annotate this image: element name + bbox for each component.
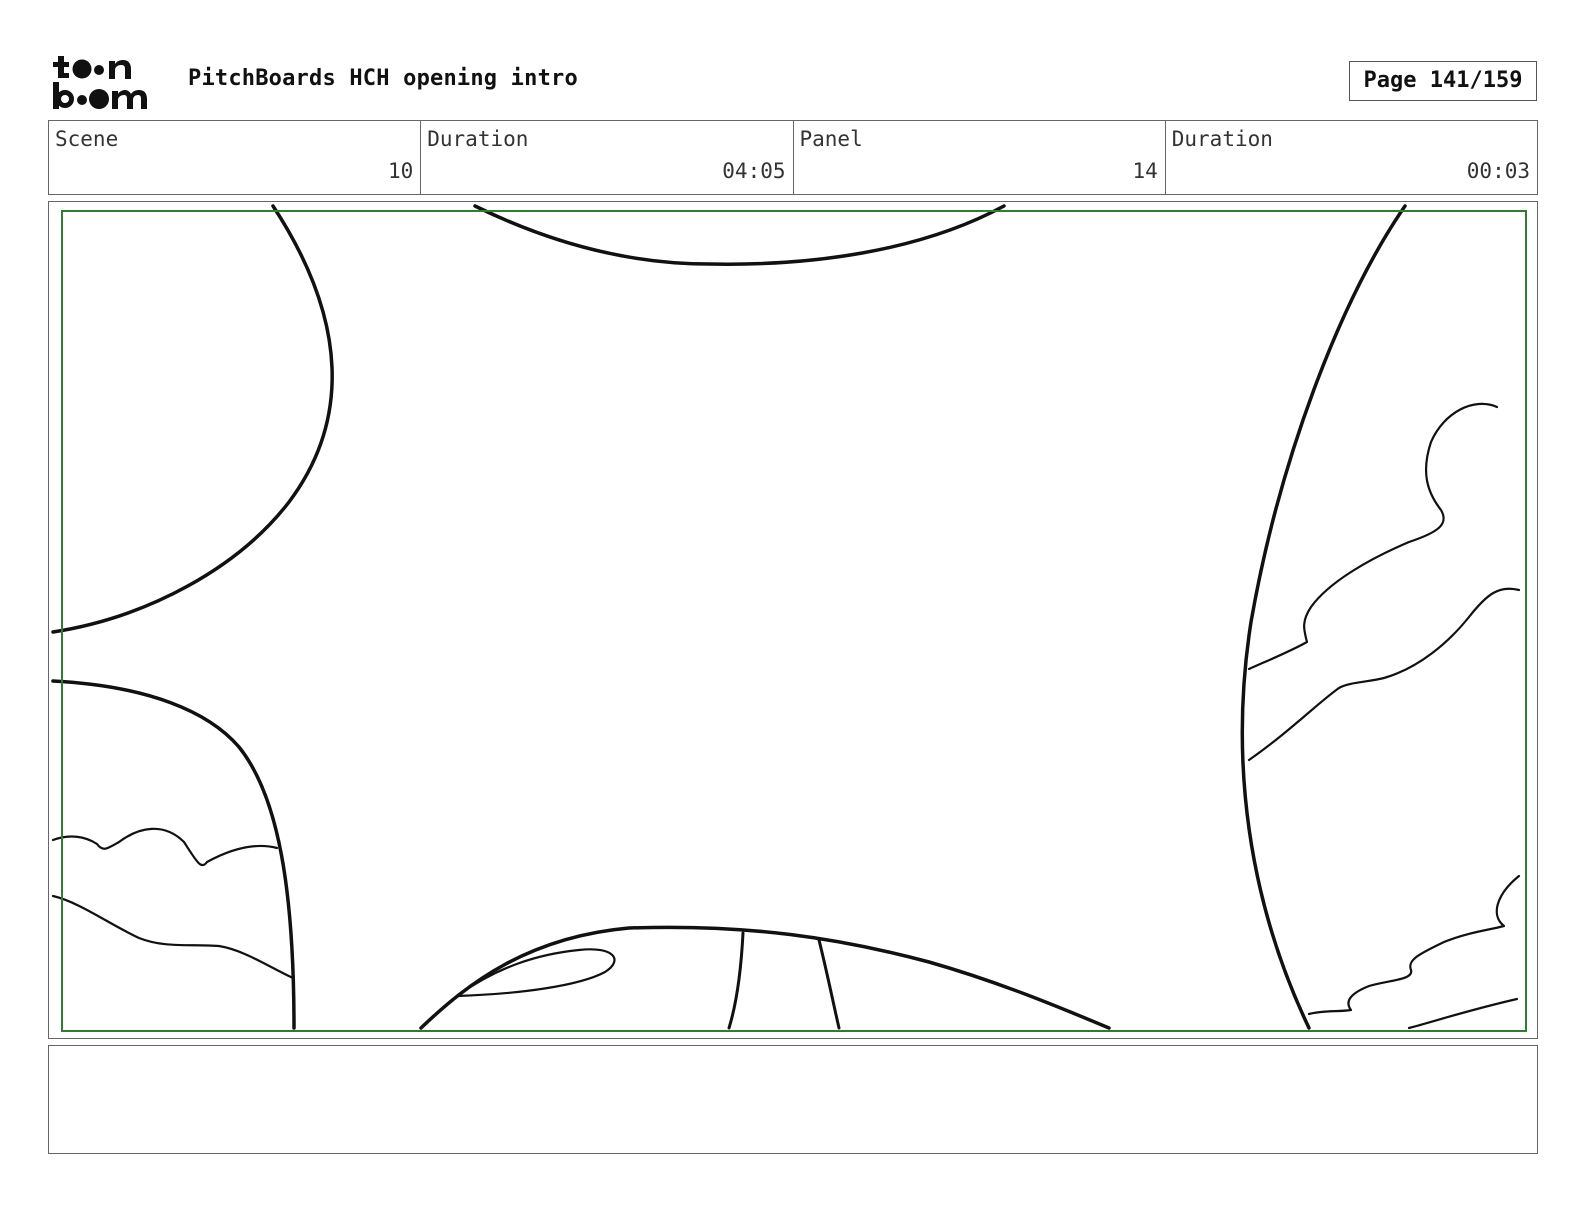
toon-boom-logo-icon	[53, 56, 147, 109]
panel-value: 14	[1132, 159, 1158, 183]
panel-duration-value: 00:03	[1466, 159, 1530, 183]
safe-frame-border	[61, 210, 1527, 1032]
scene-duration-value: 04:05	[722, 159, 786, 183]
toon-boom-logo	[52, 52, 164, 112]
panel-duration-label: Duration	[1171, 127, 1273, 151]
panel-cell: Panel 14	[794, 121, 1166, 194]
storyboard-panel	[48, 201, 1538, 1039]
document-title: PitchBoards HCH opening intro	[188, 66, 578, 91]
panel-notes-box[interactable]	[48, 1045, 1538, 1154]
panel-info-row: Scene 10 Duration 04:05 Panel 14 Duratio…	[48, 120, 1538, 195]
panel-duration-cell: Duration 00:03	[1166, 121, 1537, 194]
panel-label: Panel	[799, 127, 863, 151]
scene-label: Scene	[55, 127, 119, 151]
scene-value: 10	[387, 159, 414, 183]
scene-cell: Scene 10	[49, 121, 422, 194]
scene-duration-cell: Duration 04:05	[421, 121, 794, 194]
scene-duration-label: Duration	[427, 127, 529, 151]
page-indicator: Page 141/159	[1349, 61, 1537, 101]
